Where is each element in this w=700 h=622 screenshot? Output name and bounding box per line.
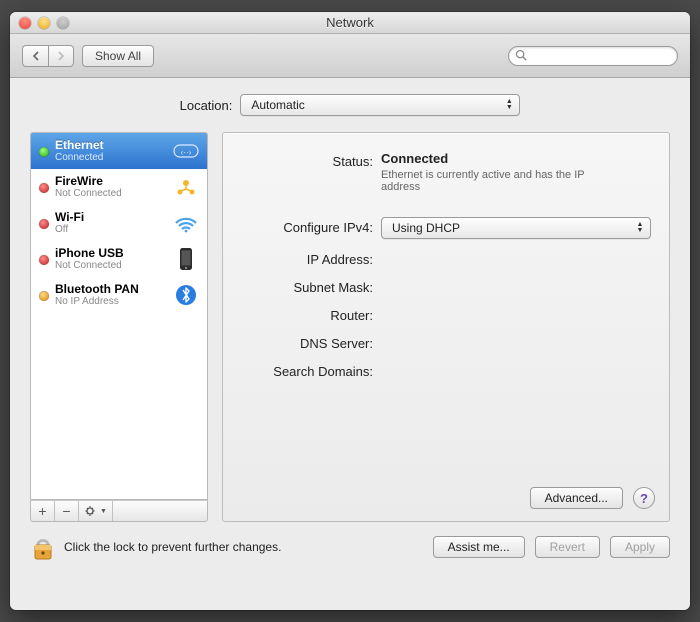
- service-name: iPhone USB: [55, 247, 167, 260]
- window-title: Network: [10, 15, 690, 30]
- lock-icon: [30, 532, 56, 562]
- chevron-right-icon: [56, 51, 66, 61]
- assist-me-button[interactable]: Assist me...: [433, 536, 525, 558]
- back-button[interactable]: [22, 45, 48, 67]
- main-split: Ethernet Connected ‹··› FireWire Not Con…: [30, 132, 670, 522]
- location-select[interactable]: Automatic ▲▼: [240, 94, 520, 116]
- status-value: Connected: [381, 151, 651, 166]
- bottom-bar: Click the lock to prevent further change…: [30, 522, 670, 562]
- subnet-row: Subnet Mask:: [241, 277, 651, 295]
- location-row: Location: Automatic ▲▼: [30, 94, 670, 116]
- help-button[interactable]: ?: [633, 487, 655, 509]
- updown-icon: ▲▼: [632, 220, 648, 236]
- services-footer: + − ▼: [30, 500, 208, 522]
- services-list[interactable]: Ethernet Connected ‹··› FireWire Not Con…: [30, 132, 208, 500]
- service-name: FireWire: [55, 175, 167, 188]
- status-dot-icon: [39, 255, 49, 265]
- configure-label: Configure IPv4:: [241, 217, 381, 235]
- status-label: Status:: [241, 151, 381, 169]
- configure-ipv4-select[interactable]: Using DHCP ▲▼: [381, 217, 651, 239]
- service-name: Ethernet: [55, 139, 167, 152]
- location-label: Location:: [180, 98, 233, 113]
- status-dot-icon: [39, 219, 49, 229]
- service-name: Wi-Fi: [55, 211, 167, 224]
- service-status: Connected: [55, 152, 167, 163]
- service-status: Not Connected: [55, 260, 167, 271]
- service-status: Off: [55, 224, 167, 235]
- search-domains-label: Search Domains:: [241, 361, 381, 379]
- chevron-left-icon: [31, 51, 41, 61]
- ip-row: IP Address:: [241, 249, 651, 267]
- nav-buttons: [22, 45, 74, 67]
- bluetooth-icon: [173, 283, 199, 307]
- firewire-icon: [173, 175, 199, 199]
- service-status: No IP Address: [55, 296, 167, 307]
- detail-panel: Status: Connected Ethernet is currently …: [222, 132, 670, 522]
- service-actions-button[interactable]: ▼: [79, 501, 113, 521]
- service-wifi[interactable]: Wi-Fi Off: [31, 205, 207, 241]
- service-iphone-usb[interactable]: iPhone USB Not Connected: [31, 241, 207, 277]
- dns-label: DNS Server:: [241, 333, 381, 351]
- content-area: Location: Automatic ▲▼ Ethernet Connecte…: [10, 78, 690, 574]
- search-input[interactable]: [508, 46, 678, 66]
- network-preferences-window: Network Show All Location: Automatic ▲▼: [10, 12, 690, 610]
- revert-button[interactable]: Revert: [535, 536, 600, 558]
- status-description: Ethernet is currently active and has the…: [381, 169, 621, 193]
- service-name: Bluetooth PAN: [55, 283, 167, 296]
- status-dot-icon: [39, 291, 49, 301]
- updown-icon: ▲▼: [501, 97, 517, 113]
- search-domains-row: Search Domains:: [241, 361, 651, 379]
- service-ethernet[interactable]: Ethernet Connected ‹··›: [31, 133, 207, 169]
- apply-button[interactable]: Apply: [610, 536, 670, 558]
- service-firewire[interactable]: FireWire Not Connected: [31, 169, 207, 205]
- router-row: Router:: [241, 305, 651, 323]
- ip-label: IP Address:: [241, 249, 381, 267]
- configure-value: Using DHCP: [392, 221, 460, 235]
- service-status: Not Connected: [55, 188, 167, 199]
- gear-icon: [84, 504, 98, 518]
- remove-service-button[interactable]: −: [55, 501, 79, 521]
- add-service-button[interactable]: +: [31, 501, 55, 521]
- detail-footer: Advanced... ?: [530, 487, 655, 509]
- status-dot-icon: [39, 183, 49, 193]
- iphone-icon: [173, 247, 199, 271]
- bottom-buttons: Assist me... Revert Apply: [433, 536, 670, 558]
- search-icon: [514, 48, 528, 62]
- location-value: Automatic: [251, 98, 304, 112]
- configure-row: Configure IPv4: Using DHCP ▲▼: [241, 217, 651, 239]
- status-row: Status: Connected Ethernet is currently …: [241, 151, 651, 193]
- chevron-down-icon: ▼: [100, 508, 107, 515]
- show-all-button[interactable]: Show All: [82, 45, 154, 67]
- forward-button[interactable]: [48, 45, 74, 67]
- lock-area[interactable]: Click the lock to prevent further change…: [30, 532, 281, 562]
- services-sidebar: Ethernet Connected ‹··› FireWire Not Con…: [30, 132, 208, 522]
- service-bluetooth-pan[interactable]: Bluetooth PAN No IP Address: [31, 277, 207, 313]
- status-dot-icon: [39, 147, 49, 157]
- router-label: Router:: [241, 305, 381, 323]
- wifi-icon: [173, 211, 199, 235]
- dns-row: DNS Server:: [241, 333, 651, 351]
- subnet-label: Subnet Mask:: [241, 277, 381, 295]
- toolbar: Show All: [10, 34, 690, 78]
- svg-text:‹··›: ‹··›: [181, 148, 192, 157]
- titlebar: Network: [10, 12, 690, 34]
- ethernet-icon: ‹··›: [173, 139, 199, 163]
- lock-text: Click the lock to prevent further change…: [64, 540, 281, 554]
- advanced-button[interactable]: Advanced...: [530, 487, 623, 509]
